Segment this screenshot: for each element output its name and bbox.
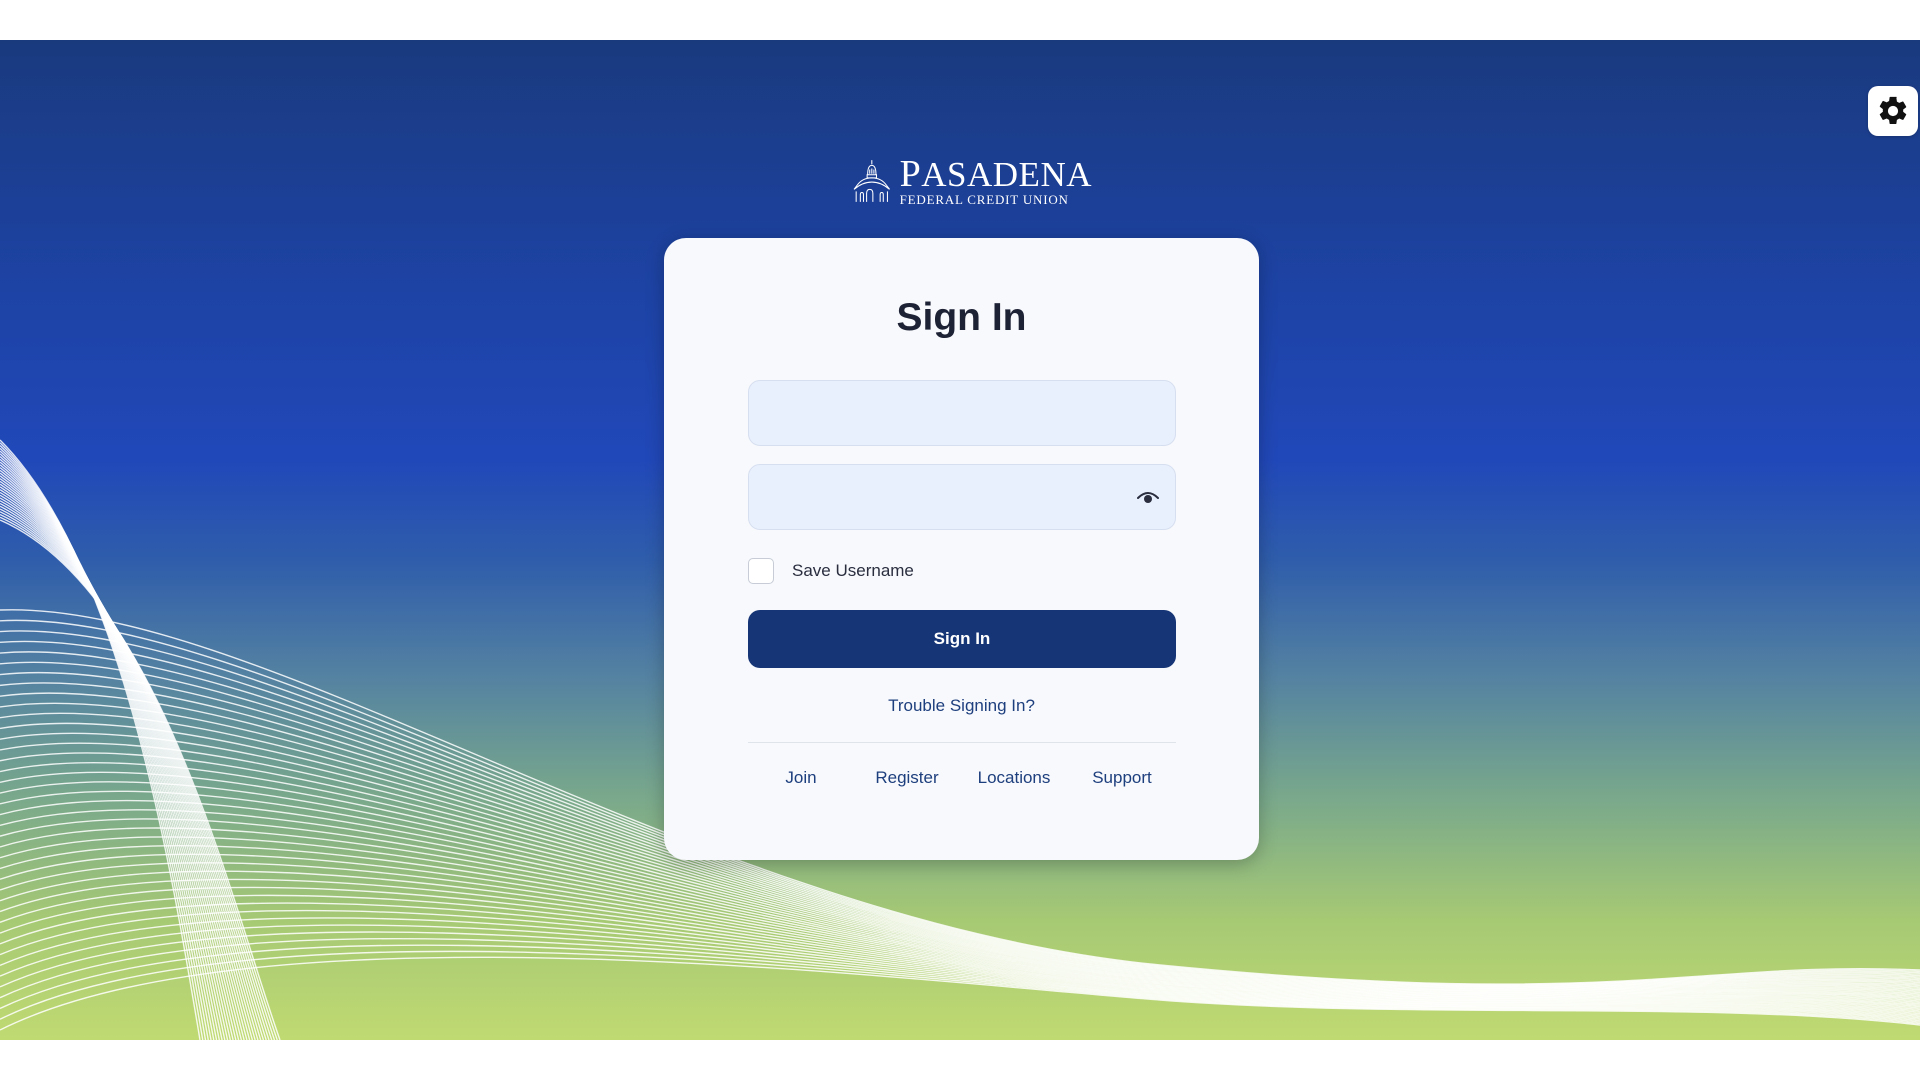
show-password-toggle[interactable] — [1136, 486, 1160, 508]
brand-logo: PASADENA FEDERAL CREDIT UNION — [852, 138, 1092, 224]
brand-wordmark: PASADENA FEDERAL CREDIT UNION — [899, 152, 1092, 207]
username-input[interactable] — [748, 380, 1176, 446]
brand-name: PASADENA — [899, 152, 1092, 195]
footer-links: Join Register Locations Support — [748, 768, 1176, 788]
save-username-checkbox[interactable] — [748, 558, 774, 584]
sign-in-title: Sign In — [896, 296, 1027, 339]
locations-link[interactable]: Locations — [960, 768, 1068, 788]
register-link[interactable]: Register — [854, 768, 960, 788]
footer-divider — [748, 742, 1176, 743]
brand-name-rest: ASADENA — [921, 154, 1092, 194]
brand-name-initial: P — [899, 152, 922, 195]
eye-icon — [1137, 492, 1159, 503]
top-blank-bar — [0, 0, 1920, 40]
trouble-signing-in-link[interactable]: Trouble Signing In? — [664, 696, 1259, 716]
sign-in-card: Sign In Save Username Sign In Trouble Si… — [664, 238, 1259, 860]
gear-icon — [1879, 96, 1907, 125]
join-link[interactable]: Join — [748, 768, 854, 788]
bottom-blank-bar — [0, 1040, 1920, 1080]
login-background: PASADENA FEDERAL CREDIT UNION Sign In Sa… — [0, 40, 1920, 1040]
settings-button[interactable] — [1868, 86, 1918, 136]
password-input[interactable] — [748, 464, 1176, 530]
sign-in-button[interactable]: Sign In — [748, 610, 1176, 668]
brand-subtitle: FEDERAL CREDIT UNION — [899, 191, 1069, 207]
dome-logo-icon — [853, 160, 890, 202]
save-username-label[interactable]: Save Username — [792, 561, 914, 581]
support-link[interactable]: Support — [1068, 768, 1176, 788]
save-username-row: Save Username — [748, 556, 914, 586]
